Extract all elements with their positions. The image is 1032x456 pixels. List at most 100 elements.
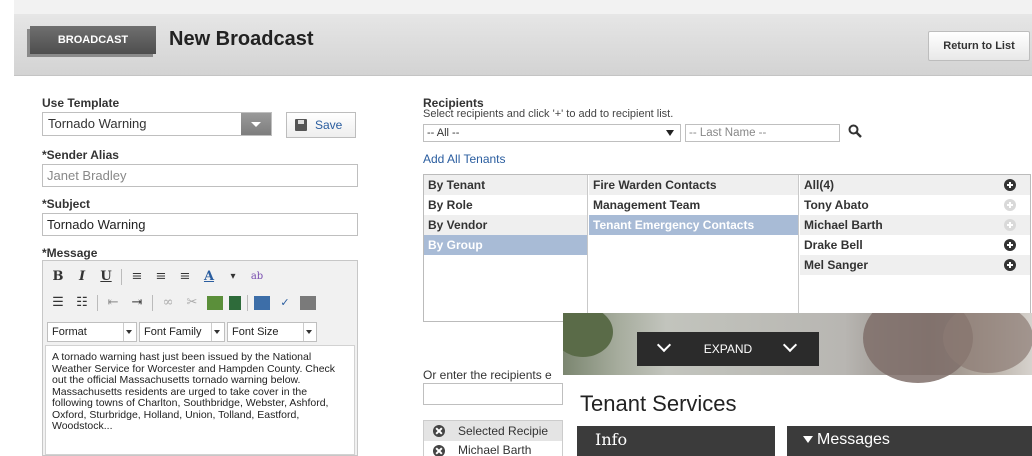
sender-alias-field[interactable]: Janet Bradley — [42, 164, 358, 187]
recipient-browser: By Tenant By Role By Vendor By Group Fir… — [423, 174, 1031, 322]
person-name: All(4) — [804, 178, 834, 192]
italic-button[interactable]: I — [73, 268, 91, 286]
person-item[interactable]: Mel Sanger — [800, 255, 1030, 275]
align-center-icon[interactable]: ≡ — [152, 268, 170, 286]
message-label: *Message — [42, 246, 98, 260]
banner-photo: EXPAND — [563, 313, 1032, 383]
broadcast-tag: BROADCAST — [30, 26, 156, 54]
tenant-services-overlay: EXPAND Tenant Services Info Messages — [563, 313, 1032, 456]
person-name: Mel Sanger — [804, 258, 869, 272]
font-size-dropdown-label: Font Size — [232, 326, 279, 338]
unlink-icon[interactable]: ✂ — [183, 294, 201, 312]
image-icon[interactable] — [207, 296, 223, 310]
selected-recipients-table: Selected Recipie Michael Barth — [423, 420, 563, 456]
font-color-icon[interactable]: A — [200, 268, 218, 286]
remove-all-icon[interactable] — [433, 425, 445, 437]
link-icon[interactable]: ∞ — [159, 294, 177, 312]
top-strip — [14, 0, 1032, 14]
search-icon[interactable] — [848, 124, 862, 138]
bullet-list-icon[interactable]: ☰ — [49, 294, 67, 312]
person-item[interactable]: Michael Barth — [800, 215, 1030, 235]
message-editor: B I U ≡ ≡ ≡ A ▾ ab ☰ ☷ ⇤ ⇥ ∞ ✂ ✓ Format … — [42, 260, 358, 456]
align-left-icon[interactable]: ≡ — [128, 268, 146, 286]
category-item-selected[interactable]: By Group — [424, 235, 587, 255]
group-item[interactable]: Management Team — [589, 195, 798, 215]
indent-icon[interactable]: ⇥ — [128, 294, 146, 312]
tab-messages-label: Messages — [817, 431, 890, 448]
save-template-button[interactable]: Save — [286, 112, 356, 138]
group-pane: Fire Warden Contacts Management Team Ten… — [589, 175, 799, 321]
chevron-down-icon[interactable]: ▾ — [224, 268, 242, 286]
add-circle-icon[interactable] — [1004, 259, 1016, 271]
manual-recipients-label: Or enter the recipients e — [423, 368, 552, 382]
recipients-hint: Select recipients and click '+' to add t… — [423, 108, 674, 120]
media-icon[interactable] — [229, 296, 241, 310]
last-name-input[interactable]: -- Last Name -- — [685, 124, 840, 142]
table-icon[interactable] — [254, 296, 270, 310]
page-header: BROADCAST New Broadcast Return to List — [14, 0, 1032, 76]
tab-messages[interactable]: Messages — [787, 426, 1032, 456]
font-family-dropdown-label: Font Family — [144, 326, 202, 338]
template-select[interactable]: Tornado Warning — [42, 112, 272, 136]
numbered-list-icon[interactable]: ☷ — [73, 294, 91, 312]
add-circle-icon[interactable] — [1004, 219, 1016, 231]
subject-field[interactable]: Tornado Warning — [42, 213, 358, 236]
people-pane: All(4) Tony Abato Michael Barth Drake Be… — [800, 175, 1030, 321]
highlight-color-icon[interactable]: ab — [248, 268, 266, 286]
format-dropdown-label: Format — [52, 326, 87, 338]
format-dropdown[interactable]: Format — [47, 322, 137, 342]
use-template-label: Use Template — [42, 96, 120, 110]
person-item[interactable]: Tony Abato — [800, 195, 1030, 215]
return-to-list-button[interactable]: Return to List — [928, 31, 1030, 61]
chevron-down-icon[interactable] — [241, 113, 271, 135]
expand-button[interactable]: EXPAND — [637, 332, 819, 366]
table-row: Michael Barth — [424, 442, 562, 456]
tenant-services-title: Tenant Services — [580, 391, 737, 416]
bold-button[interactable]: B — [49, 268, 67, 286]
align-right-icon[interactable]: ≡ — [176, 268, 194, 286]
underline-button[interactable]: U — [97, 268, 115, 286]
recipient-filter-select[interactable]: -- All -- — [423, 124, 681, 142]
group-item[interactable]: Fire Warden Contacts — [589, 175, 798, 195]
spellcheck-icon[interactable]: ✓ — [276, 294, 294, 312]
tree-foliage — [563, 313, 613, 357]
category-item[interactable]: By Role — [424, 195, 587, 215]
person-name: Tony Abato — [804, 198, 869, 212]
chevron-down-icon — [782, 337, 798, 353]
person-name: Michael Barth — [804, 218, 883, 232]
subject-label: *Subject — [42, 197, 91, 211]
person-item[interactable]: Drake Bell — [800, 235, 1030, 255]
editor-toolbar-row-2: ☰ ☷ ⇤ ⇥ ∞ ✂ ✓ — [49, 293, 316, 313]
editor-toolbar-row-1: B I U ≡ ≡ ≡ A ▾ ab — [49, 267, 266, 287]
add-circle-icon[interactable] — [1004, 179, 1016, 191]
toolbar-divider — [121, 269, 122, 285]
category-item[interactable]: By Tenant — [424, 175, 587, 195]
sender-alias-label: *Sender Alias — [42, 148, 119, 162]
toolbar-divider — [97, 295, 98, 311]
category-item[interactable]: By Vendor — [424, 215, 587, 235]
add-circle-icon[interactable] — [1004, 199, 1016, 211]
page-title: New Broadcast — [169, 28, 314, 50]
person-name: Drake Bell — [804, 238, 863, 252]
floppy-disk-icon — [295, 119, 307, 131]
toolbar-divider — [247, 295, 248, 311]
chevron-down-icon — [656, 337, 672, 353]
caret-down-icon — [803, 436, 813, 444]
template-select-value: Tornado Warning — [48, 116, 147, 131]
message-body[interactable]: A tornado warning hast just been issued … — [45, 345, 355, 455]
tab-info[interactable]: Info — [577, 426, 775, 456]
add-circle-icon[interactable] — [1004, 239, 1016, 251]
manual-recipients-input[interactable] — [423, 383, 563, 405]
font-size-dropdown[interactable]: Font Size — [227, 322, 317, 342]
group-item-selected[interactable]: Tenant Emergency Contacts — [589, 215, 798, 235]
remove-icon[interactable] — [433, 445, 445, 456]
person-item[interactable]: All(4) — [800, 175, 1030, 195]
outdent-icon[interactable]: ⇤ — [104, 294, 122, 312]
print-icon[interactable] — [300, 296, 316, 310]
toolbar-divider — [152, 295, 153, 311]
expand-label: EXPAND — [703, 342, 753, 356]
add-all-tenants-link[interactable]: Add All Tenants — [423, 152, 506, 166]
selected-recipients-header: Selected Recipie — [424, 421, 562, 441]
selected-header-label: Selected Recipie — [458, 424, 549, 438]
font-family-dropdown[interactable]: Font Family — [139, 322, 225, 342]
